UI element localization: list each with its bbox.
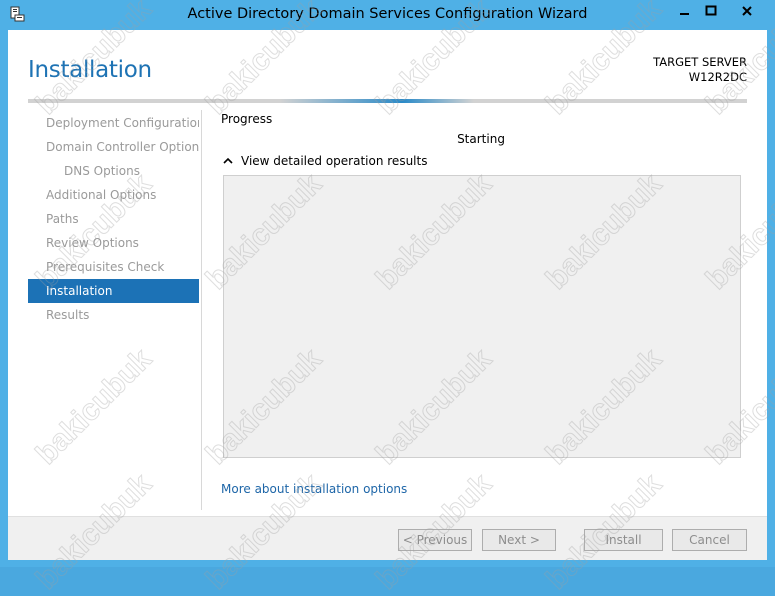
wizard-nav: Deployment Configuration Domain Controll… [28, 111, 199, 327]
maximize-icon[interactable] [698, 1, 724, 21]
minimize-icon[interactable] [671, 1, 698, 21]
wizard-client-area: Installation TARGET SERVER W12R2DC Deplo… [8, 30, 767, 560]
target-server-name: W12R2DC [688, 70, 747, 84]
wizard-footer: < Previous Next > Install Cancel [8, 516, 767, 560]
nav-item-installation[interactable]: Installation [28, 279, 199, 303]
cancel-button[interactable]: Cancel [672, 529, 747, 551]
target-server-info: TARGET SERVER W12R2DC [653, 55, 747, 85]
target-server-label: TARGET SERVER [653, 55, 747, 69]
previous-button[interactable]: < Previous [398, 529, 472, 551]
title-bar[interactable]: Active Directory Domain Services Configu… [0, 0, 775, 30]
view-detailed-results-toggle[interactable]: View detailed operation results [223, 154, 427, 168]
more-about-installation-link[interactable]: More about installation options [221, 482, 407, 496]
nav-item-dns-options[interactable]: DNS Options [28, 159, 199, 183]
nav-item-deployment-configuration[interactable]: Deployment Configuration [28, 111, 199, 135]
window-title: Active Directory Domain Services Configu… [187, 6, 588, 22]
wizard-window: Active Directory Domain Services Configu… [0, 0, 775, 596]
header-progress-line [28, 99, 747, 103]
nav-item-paths[interactable]: Paths [28, 207, 199, 231]
view-detailed-results-label: View detailed operation results [241, 154, 428, 168]
page-title: Installation [28, 57, 152, 83]
operation-results-box[interactable] [223, 175, 741, 458]
nav-item-review-options[interactable]: Review Options [28, 231, 199, 255]
nav-item-results[interactable]: Results [28, 303, 199, 327]
nav-divider [201, 110, 202, 510]
progress-label: Progress [221, 112, 273, 126]
nav-item-additional-options[interactable]: Additional Options [28, 183, 199, 207]
install-button[interactable]: Install [584, 529, 663, 551]
next-button[interactable]: Next > [482, 529, 556, 551]
status-text: Starting [457, 132, 505, 146]
close-icon[interactable] [724, 1, 769, 21]
nav-item-domain-controller-options[interactable]: Domain Controller Options [28, 135, 199, 159]
nav-item-prerequisites-check[interactable]: Prerequisites Check [28, 255, 199, 279]
chevron-up-icon [223, 157, 233, 164]
